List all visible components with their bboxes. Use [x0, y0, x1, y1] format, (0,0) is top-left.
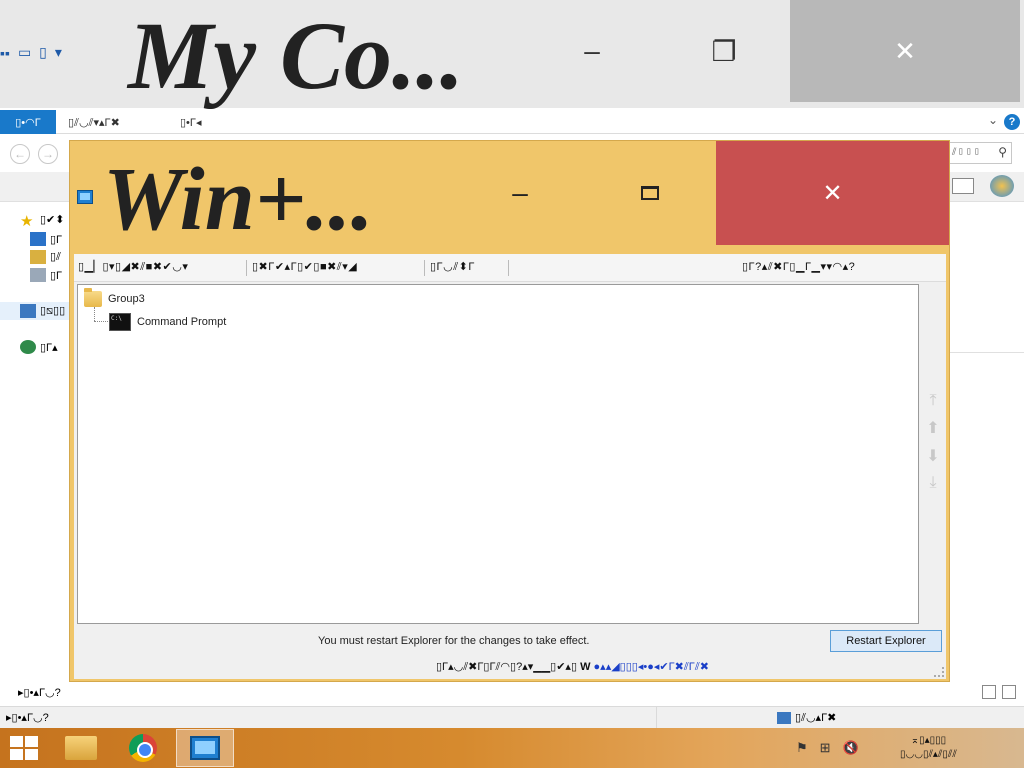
chrome-icon — [129, 734, 157, 762]
shell-icon — [990, 175, 1014, 197]
tab-file[interactable]: ▯•◠Γ — [0, 110, 56, 134]
move-up-icon[interactable]: ⬆ — [926, 418, 939, 438]
resize-grip[interactable] — [934, 667, 944, 677]
winx-editor-icon — [190, 736, 220, 760]
tab-view[interactable]: ▯•Γ◂ — [180, 116, 201, 129]
winaero-logo: W — [580, 661, 591, 673]
clock-date: ▯◡◡▯⫽▴⫽▯⫽⫽ — [900, 749, 957, 760]
thumbnail-icon — [952, 178, 974, 194]
back-button[interactable]: ← — [10, 144, 30, 164]
taskbar: ⚑ ⊞ 🔇 ⌅▯▴▯▯▯ ▯◡◡▯⫽▴⫽▯⫽⫽ — [0, 728, 1024, 768]
network-icon — [20, 340, 36, 354]
tree-connector — [94, 307, 95, 321]
window-body: ▯▁▏▯▾▯◢✖⫽■✖✔◡▾ ▯✖Γ✔▴Γ▯✔▯■✖⫽▾◢ ▯Γ◡⫽⬍Γ ▯Γ?… — [74, 254, 946, 679]
divider — [950, 352, 1024, 353]
expand-ribbon-icon[interactable]: ⌄ — [988, 113, 998, 127]
close-button[interactable]: ✕ — [716, 141, 949, 245]
app-icon[interactable] — [77, 190, 93, 204]
computer-icon[interactable]: ▪▪ — [0, 45, 10, 61]
status-right-text: ▯⫽◡▴Γ✖ — [795, 712, 837, 724]
background-window-title: My Co... — [128, 2, 464, 109]
nav-item-recent[interactable]: ▯Γ — [30, 268, 62, 282]
tree-item-row[interactable]: C:\ Command Prompt — [109, 313, 226, 331]
taskbar-chrome[interactable] — [114, 729, 172, 767]
start-button[interactable] — [10, 736, 38, 760]
taskbar-winx-editor[interactable] — [176, 729, 234, 767]
clock[interactable]: ⌅▯▴▯▯▯ ▯◡◡▯⫽▴⫽▯⫽⫽ — [900, 734, 957, 762]
tree-connector — [94, 321, 108, 322]
status-right-section: ▯⫽◡▴Γ✖ — [656, 707, 1024, 729]
folder-icon — [84, 288, 102, 307]
command-prompt-icon: C:\ — [109, 313, 131, 331]
toolbar: ▯▁▏▯▾▯◢✖⫽■✖✔◡▾ ▯✖Γ✔▴Γ▯✔▯■✖⫽▾◢ ▯Γ◡⫽⬍Γ ▯Γ?… — [74, 254, 946, 282]
nav-item-this-pc[interactable]: ▯⧅▯▯ — [20, 304, 65, 318]
move-top-icon[interactable]: ⤒ — [929, 392, 936, 410]
nav-item-desktop[interactable]: ▯Γ — [30, 232, 62, 246]
background-title-bar: ▪▪ ▭ ▯ ▾ My Co... – ❐ ✕ — [0, 0, 1024, 108]
restart-notice: You must restart Explorer for the change… — [318, 635, 590, 647]
search-placeholder: ⫽▯▯▯ — [952, 147, 981, 158]
computer-icon — [777, 712, 791, 724]
nav-item-favorites[interactable]: ★ ▯✔⬍ — [20, 212, 65, 230]
nav-item-network[interactable]: ▯Γ▴ — [20, 340, 58, 354]
star-icon: ★ — [20, 213, 34, 230]
move-bottom-icon[interactable]: ⤓ — [929, 474, 936, 492]
minimize-button[interactable]: – — [480, 141, 560, 245]
recent-places-icon — [30, 268, 46, 282]
tab-computer[interactable]: ▯⫽◡⫽▾▴Γ✖ — [68, 116, 120, 130]
background-status-bar-2: ▸▯•▴Γ◡? ▯⫽◡▴Γ✖ — [0, 706, 1024, 729]
quick-access-toolbar: ▪▪ ▭ ▯ ▾ — [0, 44, 62, 61]
forward-button[interactable]: → — [38, 144, 58, 164]
volume-muted-icon[interactable]: 🔇 — [843, 740, 859, 756]
close-button[interactable]: ✕ — [790, 0, 1020, 102]
new-folder-icon[interactable]: ▯ — [39, 44, 47, 61]
move-down-icon[interactable]: ⬇ — [926, 446, 939, 466]
restart-explorer-button[interactable]: Restart Explorer — [830, 630, 942, 652]
background-status-bar: ▸▯•▴Γ◡? — [0, 682, 1024, 704]
status-text-2: ▸▯•▴Γ◡? — [6, 712, 49, 724]
details-view-icon[interactable] — [982, 685, 996, 699]
group-label: Group3 — [108, 293, 145, 305]
toolbar-group-3[interactable]: ▯Γ◡⫽⬍Γ — [430, 260, 475, 274]
navigation-pane: ★ ▯✔⬍ ▯Γ ▯⫽ ▯Γ ▯⧅▯▯ ▯Γ▴ — [0, 202, 70, 682]
minimize-button[interactable]: – — [532, 0, 652, 102]
action-center-icon[interactable]: ⚑ — [796, 740, 808, 756]
system-tray: ⚑ ⊞ 🔇 — [796, 740, 859, 756]
folder-icon — [65, 736, 97, 760]
help-icon[interactable]: ? — [1004, 114, 1020, 130]
tree-group-row[interactable]: Group3 — [84, 288, 145, 307]
search-input[interactable]: ⫽▯▯▯ ⚲ — [948, 142, 1012, 164]
footer-link[interactable]: ▯Γ▴◡⫽✖Γ▯Γ⫽◠▯?▴▾▁▁▯✔▴▯ W ●▴▴◢▯▯▯◂•●◂✔Γ✖⫽Γ… — [436, 660, 709, 674]
item-label: Command Prompt — [137, 316, 227, 328]
clock-time: ⌅▯▴▯▯▯ — [910, 735, 947, 746]
status-text: ▸▯•▴Γ◡? — [18, 687, 61, 699]
view-buttons — [982, 685, 1016, 699]
taskbar-file-explorer[interactable] — [52, 729, 110, 767]
large-icons-view-icon[interactable] — [1002, 685, 1016, 699]
window-title-bar[interactable]: Win+... – ✕ — [70, 141, 950, 254]
downloads-icon — [30, 250, 46, 264]
toolbar-group-1[interactable]: ▯▁▏▯▾▯◢✖⫽■✖✔◡▾ — [78, 260, 188, 274]
toolbar-separator — [246, 260, 247, 276]
items-tree[interactable]: Group3 C:\ Command Prompt — [77, 284, 919, 624]
toolbar-group-4[interactable]: ▯Γ?▴⫽✖Γ▯▁Γ▁▾▾◠▴? — [742, 260, 855, 274]
toolbar-separator — [424, 260, 425, 276]
chevron-down-icon[interactable]: ▾ — [55, 44, 62, 61]
restore-button[interactable]: ❐ — [664, 0, 784, 102]
maximize-icon — [641, 186, 659, 200]
properties-icon[interactable]: ▭ — [18, 44, 31, 61]
maximize-button[interactable] — [610, 141, 690, 245]
move-buttons: ⤒ ⬆ ⬇ ⤓ — [924, 392, 942, 492]
winx-editor-window: Win+... – ✕ ▯▁▏▯▾▯◢✖⫽■✖✔◡▾ ▯✖Γ✔▴Γ▯✔▯■✖⫽▾… — [69, 140, 950, 682]
desktop-icon — [30, 232, 46, 246]
window-title: Win+... — [103, 150, 374, 249]
network-icon[interactable]: ⊞ — [820, 740, 831, 756]
toolbar-group-2[interactable]: ▯✖Γ✔▴Γ▯✔▯■✖⫽▾◢ — [252, 260, 357, 274]
toolbar-separator — [508, 260, 509, 276]
search-icon[interactable]: ⚲ — [998, 145, 1007, 159]
ribbon-tabs: ▯•◠Γ ▯⫽◡⫽▾▴Γ✖ ▯•Γ◂ ⌄ ? — [0, 110, 1024, 134]
computer-icon — [20, 304, 36, 318]
nav-item-downloads[interactable]: ▯⫽ — [30, 250, 61, 264]
